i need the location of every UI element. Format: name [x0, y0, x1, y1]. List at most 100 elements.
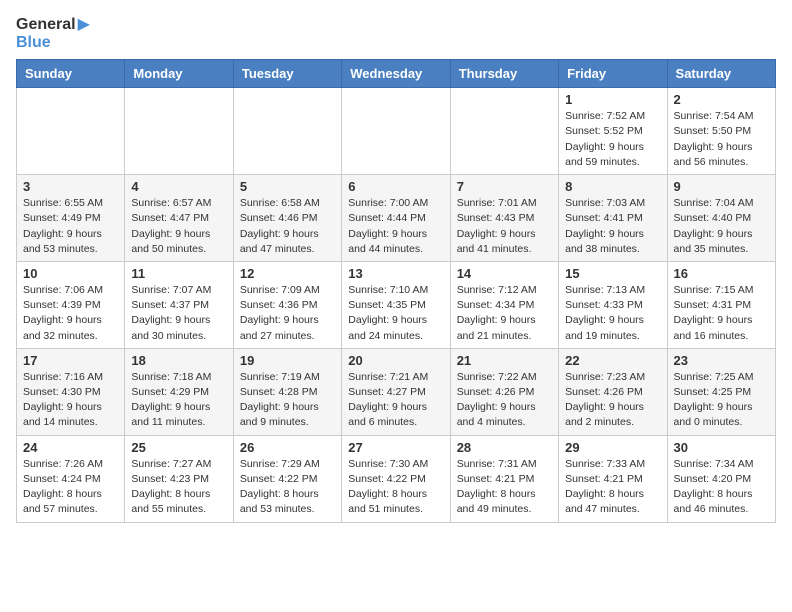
- day-info: Sunrise: 7:06 AM Sunset: 4:39 PM Dayligh…: [23, 283, 118, 344]
- calendar-cell: [342, 88, 450, 175]
- day-number: 20: [348, 353, 443, 368]
- calendar-cell: 15 Sunrise: 7:13 AM Sunset: 4:33 PM Dayli…: [559, 261, 667, 348]
- calendar-cell: 3 Sunrise: 6:55 AM Sunset: 4:49 PM Daylig…: [17, 175, 125, 262]
- day-number: 6: [348, 179, 443, 194]
- calendar-cell: 10 Sunrise: 7:06 AM Sunset: 4:39 PM Dayli…: [17, 261, 125, 348]
- calendar-cell: 5Sunrise: 6:58 AM Sunset: 4:46 PM Daylig…: [233, 175, 341, 262]
- day-info: Sunrise: 7:23 AM Sunset: 4:26 PM Dayligh…: [565, 370, 660, 431]
- day-info: Sunrise: 7:54 AM Sunset: 5:50 PM Dayligh…: [674, 109, 769, 170]
- day-number: 23: [674, 353, 769, 368]
- day-number: 9: [674, 179, 769, 194]
- day-info: Sunrise: 7:12 AM Sunset: 4:34 PM Dayligh…: [457, 283, 552, 344]
- calendar-cell: 23 Sunrise: 7:25 AM Sunset: 4:25 PM Dayli…: [667, 348, 775, 435]
- calendar-cell: 28 Sunrise: 7:31 AM Sunset: 4:21 PM Dayli…: [450, 435, 558, 522]
- day-info: Sunrise: 7:16 AM Sunset: 4:30 PM Dayligh…: [23, 370, 118, 431]
- calendar-header-thursday: Thursday: [450, 60, 558, 88]
- day-info: Sunrise: 7:21 AM Sunset: 4:27 PM Dayligh…: [348, 370, 443, 431]
- day-info: Sunrise: 6:57 AM Sunset: 4:47 PM Dayligh…: [131, 196, 226, 257]
- calendar-header-monday: Monday: [125, 60, 233, 88]
- day-info: Sunrise: 7:52 AM Sunset: 5:52 PM Dayligh…: [565, 109, 660, 170]
- calendar-cell: 24 Sunrise: 7:26 AM Sunset: 4:24 PM Dayli…: [17, 435, 125, 522]
- day-number: 21: [457, 353, 552, 368]
- calendar-cell: 30Sunrise: 7:34 AM Sunset: 4:20 PM Dayli…: [667, 435, 775, 522]
- day-number: 2: [674, 92, 769, 107]
- day-number: 4: [131, 179, 226, 194]
- calendar-cell: 29 Sunrise: 7:33 AM Sunset: 4:21 PM Dayli…: [559, 435, 667, 522]
- calendar-cell: [233, 88, 341, 175]
- calendar-cell: 27 Sunrise: 7:30 AM Sunset: 4:22 PM Dayli…: [342, 435, 450, 522]
- day-number: 24: [23, 440, 118, 455]
- day-info: Sunrise: 7:09 AM Sunset: 4:36 PM Dayligh…: [240, 283, 335, 344]
- calendar-header-sunday: Sunday: [17, 60, 125, 88]
- calendar-cell: [125, 88, 233, 175]
- day-info: Sunrise: 7:26 AM Sunset: 4:24 PM Dayligh…: [23, 457, 118, 518]
- calendar-cell: 16Sunrise: 7:15 AM Sunset: 4:31 PM Dayli…: [667, 261, 775, 348]
- logo-general-text: General: [16, 16, 76, 33]
- day-info: Sunrise: 6:55 AM Sunset: 4:49 PM Dayligh…: [23, 196, 118, 257]
- calendar-cell: 2 Sunrise: 7:54 AM Sunset: 5:50 PM Daylig…: [667, 88, 775, 175]
- day-info: Sunrise: 7:25 AM Sunset: 4:25 PM Dayligh…: [674, 370, 769, 431]
- day-number: 30: [674, 440, 769, 455]
- day-number: 1: [565, 92, 660, 107]
- day-info: Sunrise: 7:18 AM Sunset: 4:29 PM Dayligh…: [131, 370, 226, 431]
- calendar-cell: 17 Sunrise: 7:16 AM Sunset: 4:30 PM Dayli…: [17, 348, 125, 435]
- calendar-cell: 22 Sunrise: 7:23 AM Sunset: 4:26 PM Dayli…: [559, 348, 667, 435]
- calendar-header-wednesday: Wednesday: [342, 60, 450, 88]
- day-number: 29: [565, 440, 660, 455]
- calendar-week-row: 24 Sunrise: 7:26 AM Sunset: 4:24 PM Dayli…: [17, 435, 776, 522]
- day-info: Sunrise: 7:19 AM Sunset: 4:28 PM Dayligh…: [240, 370, 335, 431]
- calendar-cell: 14 Sunrise: 7:12 AM Sunset: 4:34 PM Dayli…: [450, 261, 558, 348]
- day-number: 18: [131, 353, 226, 368]
- calendar-cell: 1 Sunrise: 7:52 AM Sunset: 5:52 PM Daylig…: [559, 88, 667, 175]
- calendar-cell: 20 Sunrise: 7:21 AM Sunset: 4:27 PM Dayli…: [342, 348, 450, 435]
- day-number: 22: [565, 353, 660, 368]
- day-number: 19: [240, 353, 335, 368]
- day-info: Sunrise: 7:07 AM Sunset: 4:37 PM Dayligh…: [131, 283, 226, 344]
- calendar-header-friday: Friday: [559, 60, 667, 88]
- day-info: Sunrise: 7:31 AM Sunset: 4:21 PM Dayligh…: [457, 457, 552, 518]
- calendar-cell: 26Sunrise: 7:29 AM Sunset: 4:22 PM Dayli…: [233, 435, 341, 522]
- calendar-cell: 8 Sunrise: 7:03 AM Sunset: 4:41 PM Daylig…: [559, 175, 667, 262]
- day-number: 27: [348, 440, 443, 455]
- day-info: Sunrise: 7:30 AM Sunset: 4:22 PM Dayligh…: [348, 457, 443, 518]
- calendar-cell: [17, 88, 125, 175]
- day-info: Sunrise: 7:33 AM Sunset: 4:21 PM Dayligh…: [565, 457, 660, 518]
- calendar-header-tuesday: Tuesday: [233, 60, 341, 88]
- day-number: 25: [131, 440, 226, 455]
- calendar-cell: 7Sunrise: 7:01 AM Sunset: 4:43 PM Daylig…: [450, 175, 558, 262]
- day-number: 10: [23, 266, 118, 281]
- day-number: 14: [457, 266, 552, 281]
- day-number: 16: [674, 266, 769, 281]
- calendar-week-row: 10 Sunrise: 7:06 AM Sunset: 4:39 PM Dayli…: [17, 261, 776, 348]
- day-info: Sunrise: 7:29 AM Sunset: 4:22 PM Dayligh…: [240, 457, 335, 518]
- day-number: 28: [457, 440, 552, 455]
- day-info: Sunrise: 7:22 AM Sunset: 4:26 PM Dayligh…: [457, 370, 552, 431]
- logo: General▶Blue: [16, 16, 90, 51]
- calendar-week-row: 1 Sunrise: 7:52 AM Sunset: 5:52 PM Daylig…: [17, 88, 776, 175]
- calendar-table: SundayMondayTuesdayWednesdayThursdayFrid…: [16, 59, 776, 522]
- calendar-header-saturday: Saturday: [667, 60, 775, 88]
- calendar-cell: 25 Sunrise: 7:27 AM Sunset: 4:23 PM Dayli…: [125, 435, 233, 522]
- calendar-week-row: 17 Sunrise: 7:16 AM Sunset: 4:30 PM Dayli…: [17, 348, 776, 435]
- calendar-cell: 11Sunrise: 7:07 AM Sunset: 4:37 PM Dayli…: [125, 261, 233, 348]
- calendar-cell: 9 Sunrise: 7:04 AM Sunset: 4:40 PM Daylig…: [667, 175, 775, 262]
- calendar-cell: 6 Sunrise: 7:00 AM Sunset: 4:44 PM Daylig…: [342, 175, 450, 262]
- day-info: Sunrise: 7:13 AM Sunset: 4:33 PM Dayligh…: [565, 283, 660, 344]
- day-info: Sunrise: 7:03 AM Sunset: 4:41 PM Dayligh…: [565, 196, 660, 257]
- day-number: 12: [240, 266, 335, 281]
- calendar-header-row: SundayMondayTuesdayWednesdayThursdayFrid…: [17, 60, 776, 88]
- day-number: 15: [565, 266, 660, 281]
- day-info: Sunrise: 7:27 AM Sunset: 4:23 PM Dayligh…: [131, 457, 226, 518]
- calendar-cell: 12 Sunrise: 7:09 AM Sunset: 4:36 PM Dayli…: [233, 261, 341, 348]
- day-info: Sunrise: 7:00 AM Sunset: 4:44 PM Dayligh…: [348, 196, 443, 257]
- page-header: General▶Blue: [16, 16, 776, 51]
- day-info: Sunrise: 7:10 AM Sunset: 4:35 PM Dayligh…: [348, 283, 443, 344]
- calendar-cell: [450, 88, 558, 175]
- day-number: 8: [565, 179, 660, 194]
- calendar-cell: 13Sunrise: 7:10 AM Sunset: 4:35 PM Dayli…: [342, 261, 450, 348]
- day-number: 3: [23, 179, 118, 194]
- logo-arrow-icon: ▶: [78, 16, 90, 33]
- day-info: Sunrise: 7:04 AM Sunset: 4:40 PM Dayligh…: [674, 196, 769, 257]
- day-info: Sunrise: 7:01 AM Sunset: 4:43 PM Dayligh…: [457, 196, 552, 257]
- day-number: 17: [23, 353, 118, 368]
